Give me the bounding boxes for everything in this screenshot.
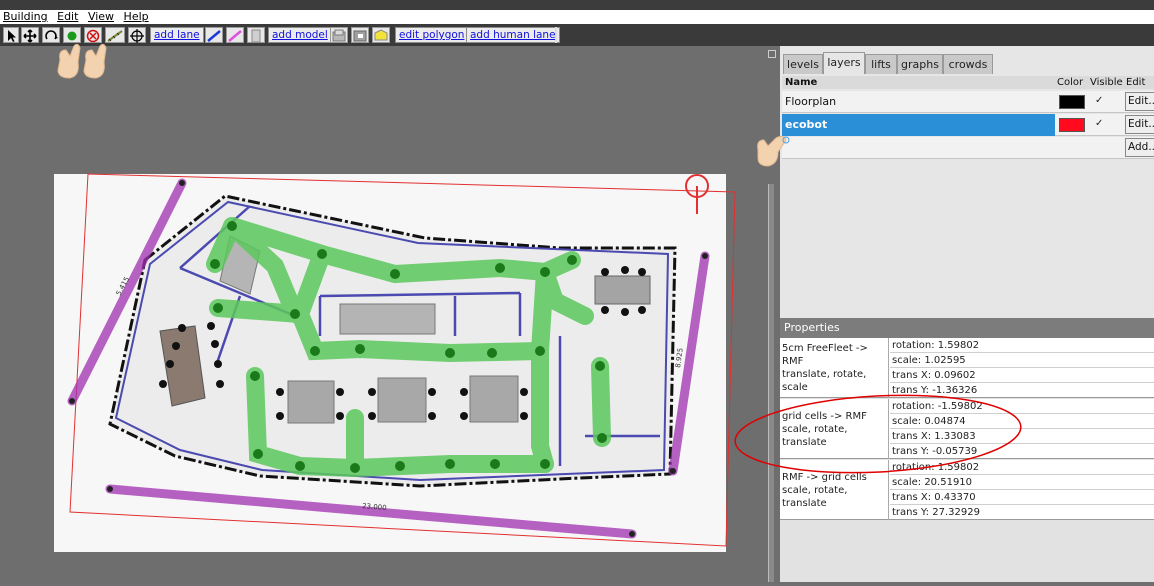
hand-cursor-icon	[57, 43, 81, 79]
annotation-overlay	[57, 43, 1022, 474]
pointing-hand-icon	[757, 135, 790, 167]
hand-cursor-icon	[83, 43, 107, 79]
annotation-ellipse	[734, 394, 1022, 474]
